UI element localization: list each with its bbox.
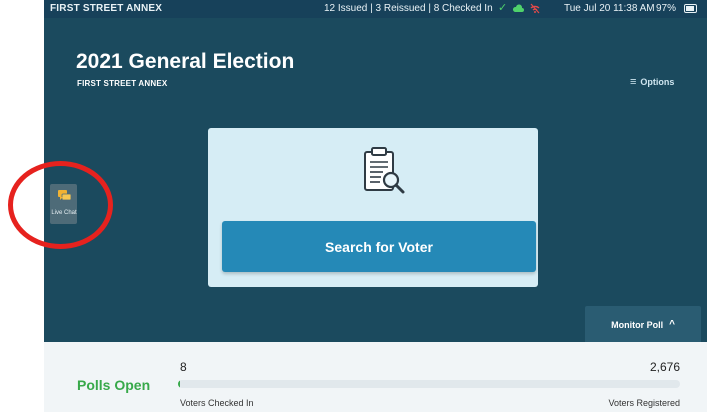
options-button[interactable]: ≡ Options [630,75,675,88]
check-icon: ✓ [498,2,508,14]
wifi-off-icon [529,3,541,14]
clipboard-search-icon [364,147,405,194]
checked-in-label: Voters Checked In [180,398,254,408]
chat-icon [58,190,71,201]
checkin-progress-bar [178,380,680,388]
monitor-poll-label: Monitor Poll [611,319,664,330]
page-title: 2021 General Election [76,50,295,73]
checkin-progress-fill [178,380,180,388]
status-counts: 12 Issued | 3 Reissued | 8 Checked In [324,3,493,14]
live-chat-label: Live Chat [51,210,77,216]
chevron-up-icon: ^ [669,319,675,330]
battery-icon [684,4,697,13]
registered-count: 2,676 [649,360,680,374]
status-battery: 97% [656,3,677,14]
location-subtitle: FIRST STREET ANNEX [77,79,168,88]
status-datetime: Tue Jul 20 11:38 AM [564,3,655,14]
search-for-voter-button[interactable]: Search for Voter [222,221,536,272]
status-icons: ✓ [498,3,541,14]
options-label: Options [640,77,675,87]
app-screen: FIRST STREET ANNEX 12 Issued | 3 Reissue… [44,0,707,412]
status-location: FIRST STREET ANNEX [50,3,163,14]
live-chat-button[interactable]: Live Chat [50,184,77,224]
monitor-poll-button[interactable]: Monitor Poll ^ [585,306,701,343]
registered-label: Voters Registered [608,398,680,408]
cloud-icon [512,4,525,13]
menu-icon: ≡ [630,75,637,88]
search-card: Search for Voter [208,128,538,287]
poll-stats-panel: Polls Open 8 2,676 Voters Checked In Vot… [44,342,707,412]
checked-in-count: 8 [180,360,187,374]
polls-status: Polls Open [77,377,151,393]
status-bar: FIRST STREET ANNEX 12 Issued | 3 Reissue… [44,0,707,18]
